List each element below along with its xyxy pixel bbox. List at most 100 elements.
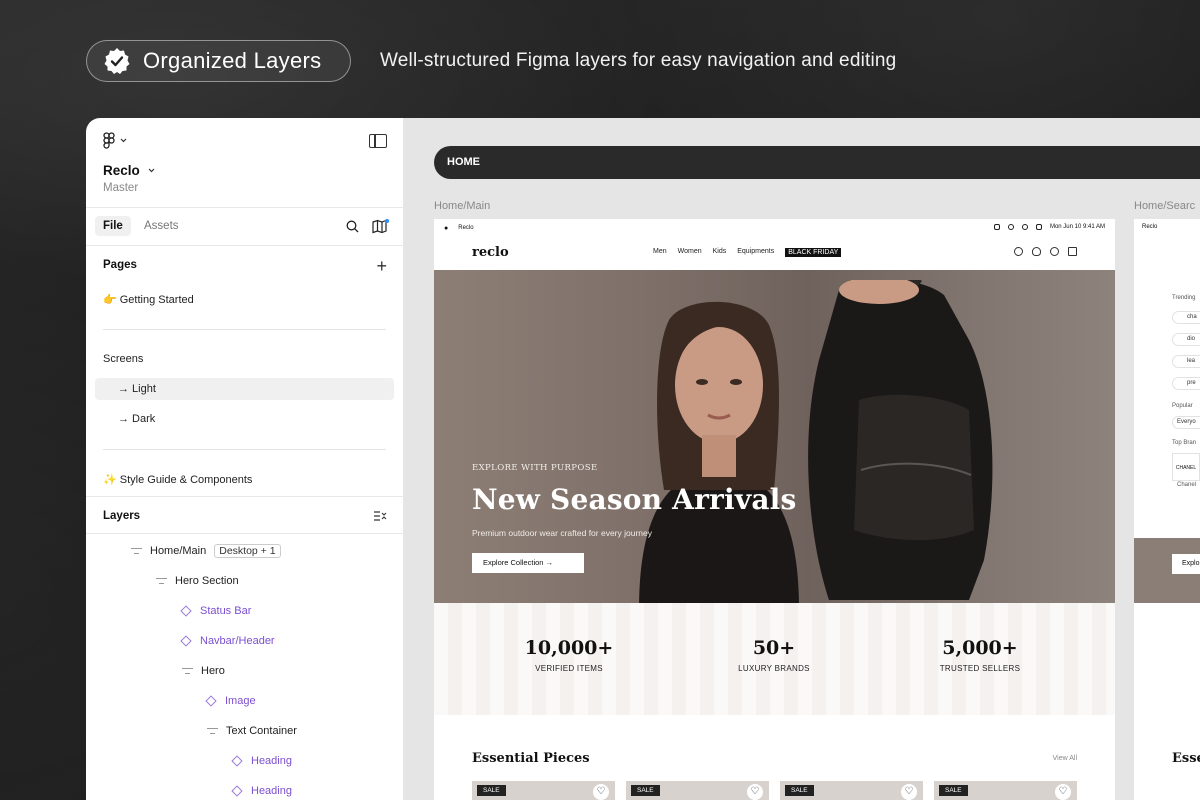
layer-hero-section[interactable]: Hero Section <box>156 572 239 590</box>
layer-image[interactable]: Image <box>205 692 256 710</box>
layer-navbar-header[interactable]: Navbar/Header <box>180 632 275 650</box>
hero-section: EXPLORE WITH PURPOSE New Season Arrivals… <box>434 270 1115 603</box>
popular-chip[interactable]: Everyo <box>1172 416 1200 429</box>
user-icon <box>1021 224 1028 230</box>
figma-layers-panel: Reclo Master File Assets Pages + 👉 Getti… <box>86 118 404 800</box>
search-icon[interactable] <box>346 220 359 233</box>
layer-label: Navbar/Header <box>200 635 275 647</box>
component-instance-icon <box>205 695 217 707</box>
layer-text-container[interactable]: Text Container <box>207 722 297 740</box>
add-page-icon[interactable]: + <box>376 257 387 275</box>
layers-header: Layers <box>86 496 403 534</box>
popular-label: Popular <box>1172 403 1193 409</box>
brand-logo-tile[interactable]: CHANEL <box>1172 453 1200 481</box>
trending-item[interactable]: pre <box>1172 377 1200 390</box>
search-icon <box>1007 224 1014 230</box>
trending-item[interactable]: cha <box>1172 311 1200 324</box>
component-instance-icon <box>231 785 243 797</box>
status-app-name: Reclo <box>458 225 474 231</box>
chevron-down-icon <box>120 138 127 143</box>
search-icon[interactable] <box>1014 247 1023 256</box>
pages-title: Pages <box>103 259 137 271</box>
layer-label: Home/Main <box>150 545 207 557</box>
top-brands-label: Top Bran <box>1172 440 1197 446</box>
product-card[interactable]: SALE ♡ <box>780 781 923 800</box>
figma-menu-button[interactable] <box>103 132 127 149</box>
frame-label-home-main[interactable]: Home/Main <box>434 200 490 212</box>
page-item-light[interactable]: → Light <box>95 378 394 400</box>
layer-heading[interactable]: Heading <box>231 782 292 800</box>
trending-item[interactable]: lea <box>1172 355 1200 368</box>
screens-section-title[interactable]: Screens <box>103 353 143 365</box>
backpack-image <box>808 280 993 600</box>
home-search-frame[interactable]: Reclo Trending cha dio lea pre Popular E… <box>1134 219 1200 800</box>
stat-luxury-brands: 50+ LUXURY BRANDS <box>704 637 844 673</box>
badge-label: Organized Layers <box>143 48 322 73</box>
hero-subheading: Premium outdoor wear crafted for every j… <box>472 528 652 538</box>
product-card[interactable]: SALE ♡ <box>472 781 615 800</box>
chevron-down-icon <box>148 168 155 173</box>
essentials-heading: Essential Pieces <box>472 751 590 766</box>
stat-label: VERIFIED ITEMS <box>535 664 603 673</box>
toggle-sidebar-icon[interactable] <box>369 134 387 148</box>
explore-collection-button[interactable]: Explore Collection → <box>472 553 584 573</box>
brand-logo[interactable]: reclo <box>472 245 509 260</box>
product-card[interactable]: SALE ♡ <box>934 781 1077 800</box>
collapse-layers-icon[interactable] <box>373 510 387 522</box>
library-icon[interactable] <box>372 219 389 234</box>
heart-icon[interactable]: ♡ <box>1055 784 1071 800</box>
cart-icon[interactable] <box>1068 247 1077 256</box>
trending-item[interactable]: dio <box>1172 333 1200 346</box>
frame-icon <box>131 547 142 556</box>
heart-icon[interactable]: ♡ <box>593 784 609 800</box>
divider <box>103 329 386 330</box>
layer-hero[interactable]: Hero <box>182 662 225 680</box>
tab-file[interactable]: File <box>95 216 131 236</box>
stats-section: 10,000+ VERIFIED ITEMS 50+ LUXURY BRANDS… <box>434 603 1115 715</box>
layer-status-bar[interactable]: Status Bar <box>180 602 251 620</box>
nav-link-equipments[interactable]: Equipments <box>737 248 774 257</box>
stat-label: TRUSTED SELLERS <box>939 664 1021 673</box>
page-item-getting-started[interactable]: 👉 Getting Started <box>103 293 194 306</box>
apple-icon: ● <box>444 224 449 232</box>
heart-icon[interactable]: ♡ <box>901 784 917 800</box>
user-icon[interactable] <box>1050 247 1059 256</box>
view-all-link[interactable]: View All <box>1053 755 1077 762</box>
panel-tabs: File Assets <box>86 208 403 246</box>
figma-canvas[interactable]: HOME Home/Main Home/Searc ● Reclo Mon Ju… <box>404 118 1200 800</box>
page-item-dark[interactable]: → Dark <box>95 408 394 430</box>
frame-icon <box>182 667 193 676</box>
frame-icon <box>156 577 167 586</box>
frame-label-home-search[interactable]: Home/Searc <box>1134 200 1195 212</box>
page-item-style-guide[interactable]: ✨ Style Guide & Components <box>103 473 252 486</box>
heart-icon[interactable]: ♡ <box>747 784 763 800</box>
tagline: Well-structured Figma layers for easy na… <box>380 50 897 71</box>
explore-button[interactable]: Explo <box>1172 554 1200 574</box>
product-card[interactable]: SALE ♡ <box>626 781 769 800</box>
section-home-pill[interactable]: HOME <box>434 146 1200 179</box>
layer-home-main[interactable]: Home/Main Desktop + 1 <box>131 542 281 560</box>
stat-number: 10,000+ <box>524 637 614 659</box>
tab-assets[interactable]: Assets <box>144 220 179 232</box>
hero-heading: New Season Arrivals <box>472 483 797 516</box>
essentials-section: Essential Pieces View All SALE ♡ SALE ♡ … <box>434 715 1115 800</box>
stat-verified-items: 10,000+ VERIFIED ITEMS <box>499 637 639 673</box>
panel-header: Reclo Master <box>86 118 403 208</box>
layer-label: Image <box>225 695 256 707</box>
stat-label: LUXURY BRANDS <box>738 664 810 673</box>
control-center-icon <box>1035 224 1042 230</box>
heart-icon[interactable] <box>1032 247 1041 256</box>
component-instance-icon <box>231 755 243 767</box>
layer-heading[interactable]: Heading <box>231 752 292 770</box>
nav-link-men[interactable]: Men <box>653 248 667 257</box>
nav-link-kids[interactable]: Kids <box>713 248 727 257</box>
divider <box>103 449 386 450</box>
sale-badge: SALE <box>785 785 814 796</box>
nav-link-black-friday[interactable]: BLACK FRIDAY <box>785 248 842 257</box>
home-main-frame[interactable]: ● Reclo Mon Jun 10 9:41 AM reclo Men Wom… <box>434 219 1115 800</box>
nav-link-women[interactable]: Women <box>678 248 702 257</box>
essentials-heading: Esse <box>1172 751 1200 766</box>
project-name-dropdown[interactable]: Reclo <box>103 163 155 178</box>
project-branch: Master <box>103 182 139 194</box>
stat-number: 5,000+ <box>942 637 1018 659</box>
